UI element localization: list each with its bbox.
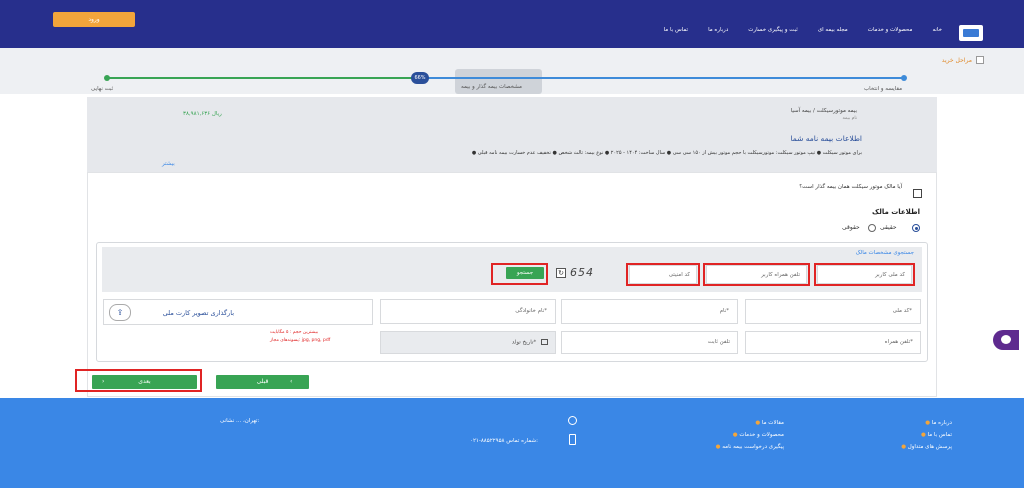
upload-icon[interactable]: ⇪ [109,304,131,321]
national-card-upload[interactable]: ⇪ بارگذاری تصویر کارت ملی [103,299,373,325]
nav-item-magazine[interactable]: مجله بیمه ای [818,27,848,33]
nav-item-about[interactable]: درباره ما [708,27,728,33]
step-current-label: مشخصات بیمه گذار و بیمه [461,84,523,90]
nav-item-home[interactable]: خانه [932,27,942,33]
highlight-captcha [626,263,700,286]
footer-phone: ۰۲۱-۸۸۵۲۲۹۵۸ شماره تماس: [470,438,538,444]
captcha-image: 654 [570,266,594,279]
nav-item-claims[interactable]: ثبت و پیگیری خسارت [748,27,798,33]
footer-link-products[interactable]: ● محصولات و خدمات [733,432,784,438]
highlight-search-button [491,263,548,285]
policy-info-title: اطلاعات بیمه نامه شما [790,134,862,143]
steps-icon [976,56,984,64]
more-link[interactable]: بیشتر [162,161,175,167]
owner-search-title: جستجوی مشخصات مالک [855,250,914,256]
chevron-left-icon: ‹ [290,378,293,385]
policy-info-card: ۳۸,۹۸۱,۶۳۶ ریال بیمه موتورسیکلت / بیمه آ… [87,97,937,172]
upload-hint-ext: پسوندهای مجاز: jpg, png, pdf [270,338,331,343]
upload-label: بارگذاری تصویر کارت ملی [162,309,234,317]
radio-real-person[interactable] [912,224,920,232]
owner-same-label: آیا مالک موتور سیکلت همان بیمه گذار است؟ [799,184,902,190]
footer-link-articles[interactable]: ● مقالات ما [755,420,784,426]
first-name-field[interactable]: نام* [561,299,738,324]
highlight-next-button [75,369,202,392]
highlight-mobile-phone [703,263,810,286]
refresh-captcha-icon[interactable]: ↻ [556,268,566,278]
policy-subtitle: نام بیمه [842,116,857,121]
main-nav: خانه محصولات و خدمات مجله بیمه ای ثبت و … [664,27,942,33]
upload-hint-size: بیشترین حجم : ۵ مگابایت [270,330,319,335]
step-dot-final [104,75,110,81]
footer-link-faq[interactable]: ● پرسش های متداول [901,444,952,450]
footer-link-contact[interactable]: ● تماس با ما [921,432,952,438]
mobile-field[interactable]: تلفن همراه* [745,331,921,354]
footer-link-track[interactable]: ● پیگیری درخواست بیمه نامه [716,444,784,450]
current-step-highlight [455,69,542,94]
policy-breadcrumb: بیمه موتورسیکلت / بیمه آسیا [790,108,857,114]
last-name-field[interactable]: نام خانوادگی* [380,299,556,324]
location-icon [568,416,577,425]
calendar-icon[interactable] [541,339,548,345]
footer-link-about[interactable]: ● درباره ما [925,420,952,426]
step-final-label: ثبت نهایی [91,86,114,92]
highlight-national-code [814,263,915,286]
nav-item-contact[interactable]: تماس با ما [664,27,688,33]
progress-done [107,77,420,79]
radio-legal-person[interactable] [868,224,876,232]
step-dot-compare [901,75,907,81]
progress-percent: 66% [411,72,429,84]
footer-address: تهران، ... نشانی: [220,418,260,424]
policy-details: ● برای موتور سیکلت ● تیپ موتور سیکلت: مو… [471,150,862,156]
site-logo[interactable] [959,25,983,41]
step-compare-label: مقایسه و انتخاب [864,86,903,92]
site-footer: ● درباره ما ● تماس با ما ● پرسش های متدا… [0,398,1024,488]
birth-date-label: تاریخ تولد* [511,339,537,346]
owner-same-checkbox[interactable] [913,189,922,198]
nav-item-products[interactable]: محصولات و خدمات [868,27,913,33]
radio-real-label: حقیقی [880,224,897,231]
prev-button-label: قبلی [256,378,269,385]
login-button[interactable]: ورود [53,12,135,27]
policy-price: ۳۸,۹۸۱,۶۳۶ ریال [183,111,222,117]
national-code-field[interactable]: کد ملی* [745,299,921,324]
birth-date-field[interactable]: تاریخ تولد* [380,331,556,354]
chat-icon [1001,335,1011,344]
prev-button[interactable]: ‹ قبلی [216,375,309,389]
phone-icon [569,434,576,445]
steps-label: مراحل خرید [941,57,972,64]
landline-field[interactable]: تلفن ثابت [561,331,738,354]
owner-info-title: اطلاعات مالک [872,208,920,216]
radio-legal-label: حقوقی [842,224,860,231]
site-header: ورود خانه محصولات و خدمات مجله بیمه ای ث… [0,0,1024,48]
chat-widget[interactable] [993,330,1019,350]
